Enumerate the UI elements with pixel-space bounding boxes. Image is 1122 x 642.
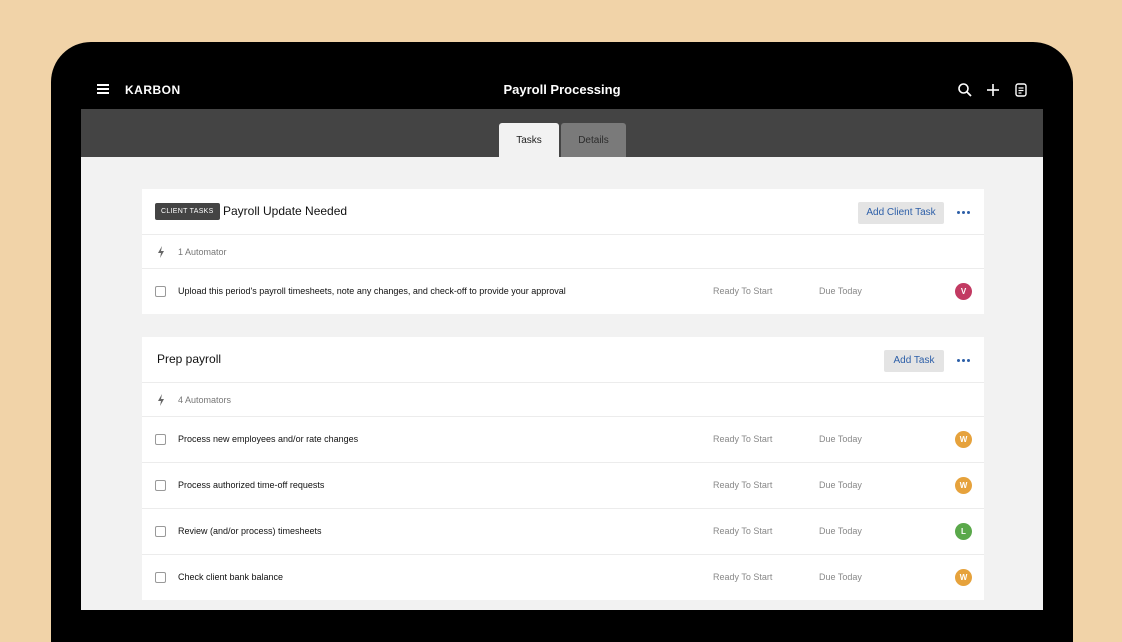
add-client-task-button[interactable]: Add Client Task xyxy=(858,202,944,224)
more-dots-icon[interactable] xyxy=(957,359,971,363)
notes-icon[interactable] xyxy=(1013,82,1029,98)
add-task-button[interactable]: Add Task xyxy=(884,350,944,372)
top-bar: KARBON Payroll Processing xyxy=(81,70,1043,109)
task-row: Upload this period's payroll timesheets,… xyxy=(142,269,984,314)
task-checkbox[interactable] xyxy=(155,286,166,297)
card-header: Prep payroll Add Task xyxy=(142,337,984,383)
task-due: Due Today xyxy=(819,480,862,490)
client-tasks-badge: CLIENT TASKS xyxy=(155,203,220,220)
tab-tasks[interactable]: Tasks xyxy=(499,123,559,157)
task-title[interactable]: Review (and/or process) timesheets xyxy=(178,526,322,536)
plus-icon[interactable] xyxy=(985,82,1001,98)
task-row: Review (and/or process) timesheets Ready… xyxy=(142,509,984,555)
assignee-avatar[interactable]: W xyxy=(955,477,972,494)
client-tasks-card: CLIENT TASKS Payroll Update Needed Add C… xyxy=(142,189,984,314)
card-header: CLIENT TASKS Payroll Update Needed Add C… xyxy=(142,189,984,235)
assignee-avatar[interactable]: W xyxy=(955,431,972,448)
automator-row[interactable]: 1 Automator xyxy=(142,235,984,269)
automator-row[interactable]: 4 Automators xyxy=(142,383,984,417)
more-dots-icon[interactable] xyxy=(957,211,971,215)
task-due: Due Today xyxy=(819,434,862,444)
lightning-bolt-icon xyxy=(158,246,164,258)
task-due: Due Today xyxy=(819,286,862,296)
task-status: Ready To Start xyxy=(713,286,773,296)
section-title: Payroll Update Needed xyxy=(223,204,348,218)
page-title: Payroll Processing xyxy=(503,82,621,97)
task-status: Ready To Start xyxy=(713,572,773,582)
task-due: Due Today xyxy=(819,526,862,536)
task-due: Due Today xyxy=(819,572,862,582)
lightning-bolt-icon xyxy=(158,394,164,406)
task-title[interactable]: Process new employees and/or rate change… xyxy=(178,434,358,444)
app-screen: KARBON Payroll Processing Tasks Details … xyxy=(81,70,1043,610)
tab-bar: Tasks Details xyxy=(81,109,1043,157)
task-status: Ready To Start xyxy=(713,480,773,490)
task-checkbox[interactable] xyxy=(155,572,166,583)
task-checkbox[interactable] xyxy=(155,434,166,445)
task-title[interactable]: Upload this period's payroll timesheets,… xyxy=(178,286,566,296)
task-checkbox[interactable] xyxy=(155,526,166,537)
task-title[interactable]: Process authorized time-off requests xyxy=(178,480,324,490)
assignee-avatar[interactable]: W xyxy=(955,569,972,586)
task-status: Ready To Start xyxy=(713,434,773,444)
tab-details[interactable]: Details xyxy=(561,123,626,157)
automator-count: 4 Automators xyxy=(178,395,232,405)
task-title[interactable]: Check client bank balance xyxy=(178,572,283,582)
search-icon[interactable] xyxy=(957,82,973,98)
task-row: Process new employees and/or rate change… xyxy=(142,417,984,463)
task-row: Check client bank balance Ready To Start… xyxy=(142,555,984,600)
task-checkbox[interactable] xyxy=(155,480,166,491)
automator-count: 1 Automator xyxy=(178,247,227,257)
task-row: Process authorized time-off requests Rea… xyxy=(142,463,984,509)
prep-payroll-card: Prep payroll Add Task 4 Automators Proce… xyxy=(142,337,984,600)
assignee-avatar[interactable]: L xyxy=(955,523,972,540)
assignee-avatar[interactable]: V xyxy=(955,283,972,300)
task-status: Ready To Start xyxy=(713,526,773,536)
section-title: Prep payroll xyxy=(157,352,222,366)
